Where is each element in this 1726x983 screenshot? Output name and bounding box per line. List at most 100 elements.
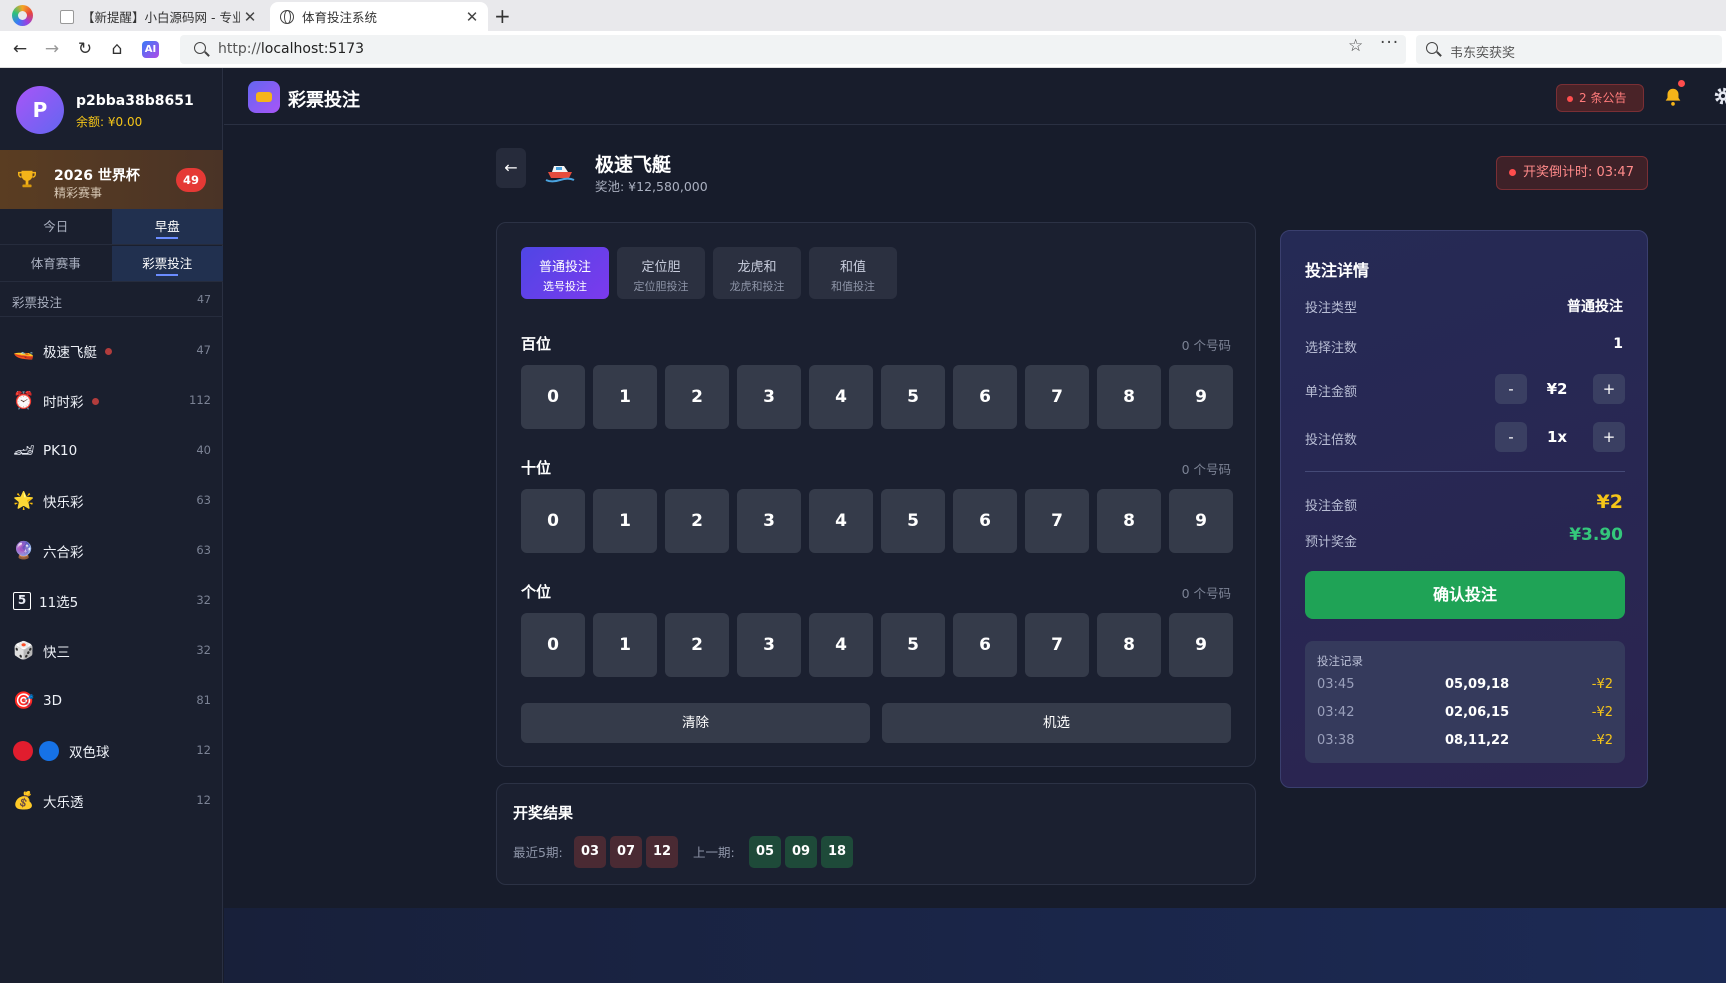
- sidebar-item-mark-six[interactable]: 🔮 六合彩 63: [0, 526, 223, 576]
- number-button[interactable]: 2: [665, 613, 729, 677]
- game-name: 极速飞艇: [43, 345, 97, 361]
- tab-sports-events[interactable]: 体育赛事: [0, 246, 112, 281]
- forward-arrow-icon[interactable]: →: [42, 39, 62, 59]
- number-button[interactable]: 8: [1097, 365, 1161, 429]
- gear-icon[interactable]: [1712, 85, 1726, 107]
- number-button[interactable]: 1: [593, 365, 657, 429]
- sidebar-item-pk10[interactable]: 🏎 PK10 40: [0, 426, 223, 476]
- confirm-bet-button[interactable]: 确认投注: [1305, 571, 1625, 619]
- url-text: http://localhost:5173: [218, 41, 365, 57]
- number-button[interactable]: 8: [1097, 613, 1161, 677]
- tab-lottery-betting[interactable]: 彩票投注: [111, 246, 223, 281]
- bell-icon[interactable]: [1662, 86, 1684, 108]
- game-count: 12: [196, 793, 211, 807]
- unit-amount-decrement-button[interactable]: -: [1495, 374, 1527, 404]
- unit-amount-increment-button[interactable]: +: [1593, 374, 1625, 404]
- game-name: 快乐彩: [43, 495, 84, 511]
- number-button[interactable]: 7: [1025, 613, 1089, 677]
- bookmark-star-icon[interactable]: ☆: [1348, 36, 1363, 56]
- bet-count-value: 1: [1613, 336, 1623, 352]
- promo-count-badge: 49: [176, 168, 206, 192]
- sidebar-item-11x5[interactable]: 5 11选5 32: [0, 576, 223, 626]
- result-ball: 03: [574, 836, 606, 868]
- side-search-box[interactable]: 韦东奕获奖: [1416, 35, 1722, 64]
- tab-sum-bet[interactable]: 和值 和值投注: [809, 247, 897, 299]
- live-indicator: [105, 347, 112, 355]
- bet-details-panel: 投注详情 投注类型 普通投注 选择注数 1 单注金额 - ¥2 + 投注倍数 -…: [1280, 230, 1648, 788]
- sidebar-item-3d[interactable]: 🎯 3D 81: [0, 676, 223, 726]
- history-amount: -¥2: [1591, 677, 1613, 692]
- game-count: 12: [196, 743, 211, 757]
- browser-tab-betting-system[interactable]: 体育投注系统 ✕: [270, 2, 488, 31]
- multiplier-increment-button[interactable]: +: [1593, 422, 1625, 452]
- number-button[interactable]: 7: [1025, 365, 1089, 429]
- number-button[interactable]: 2: [665, 489, 729, 553]
- number-button[interactable]: 0: [521, 613, 585, 677]
- number-button[interactable]: 6: [953, 489, 1017, 553]
- world-cup-promo[interactable]: 2026 世界杯 精彩赛事 49: [0, 150, 223, 209]
- address-bar[interactable]: http://localhost:5173: [180, 35, 1406, 64]
- tab-normal-bet[interactable]: 普通投注 选号投注: [521, 247, 609, 299]
- number-button[interactable]: 0: [521, 489, 585, 553]
- close-icon[interactable]: ✕: [462, 8, 482, 26]
- multiplier-decrement-button[interactable]: -: [1495, 422, 1527, 452]
- tab-subtitle: 定位胆投注: [633, 280, 689, 293]
- number-button[interactable]: 8: [1097, 489, 1161, 553]
- browser-tab-source-site[interactable]: 【新提醒】小白源码网 - 专业 ✕: [50, 2, 266, 31]
- close-icon[interactable]: ✕: [240, 8, 260, 26]
- home-icon[interactable]: ⌂: [107, 39, 127, 59]
- sidebar-item-speed-boat[interactable]: 🚤 极速飞艇 47: [0, 326, 223, 376]
- number-button[interactable]: 7: [1025, 489, 1089, 553]
- number-button[interactable]: 6: [953, 613, 1017, 677]
- number-button[interactable]: 5: [881, 365, 945, 429]
- ai-assistant-icon[interactable]: AI: [142, 41, 159, 58]
- user-balance: 余额: ¥0.00: [76, 115, 143, 129]
- number-button[interactable]: 1: [593, 489, 657, 553]
- number-button[interactable]: 4: [809, 489, 873, 553]
- result-ball: 09: [785, 836, 817, 868]
- sidebar-item-super-lotto[interactable]: 💰 大乐透 12: [0, 776, 223, 826]
- number-button[interactable]: 9: [1169, 365, 1233, 429]
- dice-icon: 🎲: [13, 641, 35, 661]
- new-tab-button[interactable]: +: [494, 4, 511, 28]
- history-row: 03:38 08,11,22 -¥2: [1317, 733, 1613, 753]
- tab-position-bet[interactable]: 定位胆 定位胆投注: [617, 247, 705, 299]
- results-title: 开奖结果: [513, 804, 574, 822]
- number-button[interactable]: 5: [881, 489, 945, 553]
- position-label-tens: 十位: [521, 459, 552, 477]
- tab-today[interactable]: 今日: [0, 209, 112, 244]
- number-button[interactable]: 3: [737, 365, 801, 429]
- number-button[interactable]: 3: [737, 489, 801, 553]
- history-title: 投注记录: [1317, 654, 1363, 668]
- number-button[interactable]: 3: [737, 613, 801, 677]
- more-icon[interactable]: ···: [1380, 33, 1399, 53]
- user-card[interactable]: P p2bba38b8651 余额: ¥0.00: [0, 68, 223, 150]
- back-button[interactable]: ←: [496, 148, 526, 188]
- live-indicator: [91, 397, 99, 405]
- random-pick-button[interactable]: 机选: [882, 703, 1231, 743]
- number-button[interactable]: 1: [593, 613, 657, 677]
- number-row-tens: 0 1 2 3 4 5 6 7 8 9: [521, 489, 1233, 553]
- number-button[interactable]: 5: [881, 613, 945, 677]
- category-label: 彩票投注: [12, 295, 63, 310]
- number-button[interactable]: 4: [809, 613, 873, 677]
- category-header: 彩票投注 47: [0, 283, 223, 317]
- sidebar-item-happy-lottery[interactable]: 🌟 快乐彩 63: [0, 476, 223, 526]
- reload-icon[interactable]: ↻: [75, 39, 95, 59]
- sidebar-item-double-color-ball[interactable]: 双色球 12: [0, 726, 223, 776]
- number-button[interactable]: 2: [665, 365, 729, 429]
- clear-button[interactable]: 清除: [521, 703, 870, 743]
- announcement-button[interactable]: 2 条公告: [1556, 84, 1644, 112]
- number-button[interactable]: 9: [1169, 489, 1233, 553]
- sidebar-item-shishicai[interactable]: ⏰ 时时彩 112: [0, 376, 223, 426]
- tab-dragon-tiger[interactable]: 龙虎和 龙虎和投注: [713, 247, 801, 299]
- tab-early-market[interactable]: 早盘: [111, 209, 223, 244]
- back-arrow-icon[interactable]: ←: [10, 39, 30, 59]
- number-button[interactable]: 9: [1169, 613, 1233, 677]
- avatar[interactable]: P: [16, 86, 64, 134]
- bet-history: 投注记录 03:45 05,09,18 -¥2 03:42 02,06,15 -…: [1305, 641, 1625, 763]
- number-button[interactable]: 4: [809, 365, 873, 429]
- number-button[interactable]: 6: [953, 365, 1017, 429]
- sidebar-item-kuai3[interactable]: 🎲 快三 32: [0, 626, 223, 676]
- number-button[interactable]: 0: [521, 365, 585, 429]
